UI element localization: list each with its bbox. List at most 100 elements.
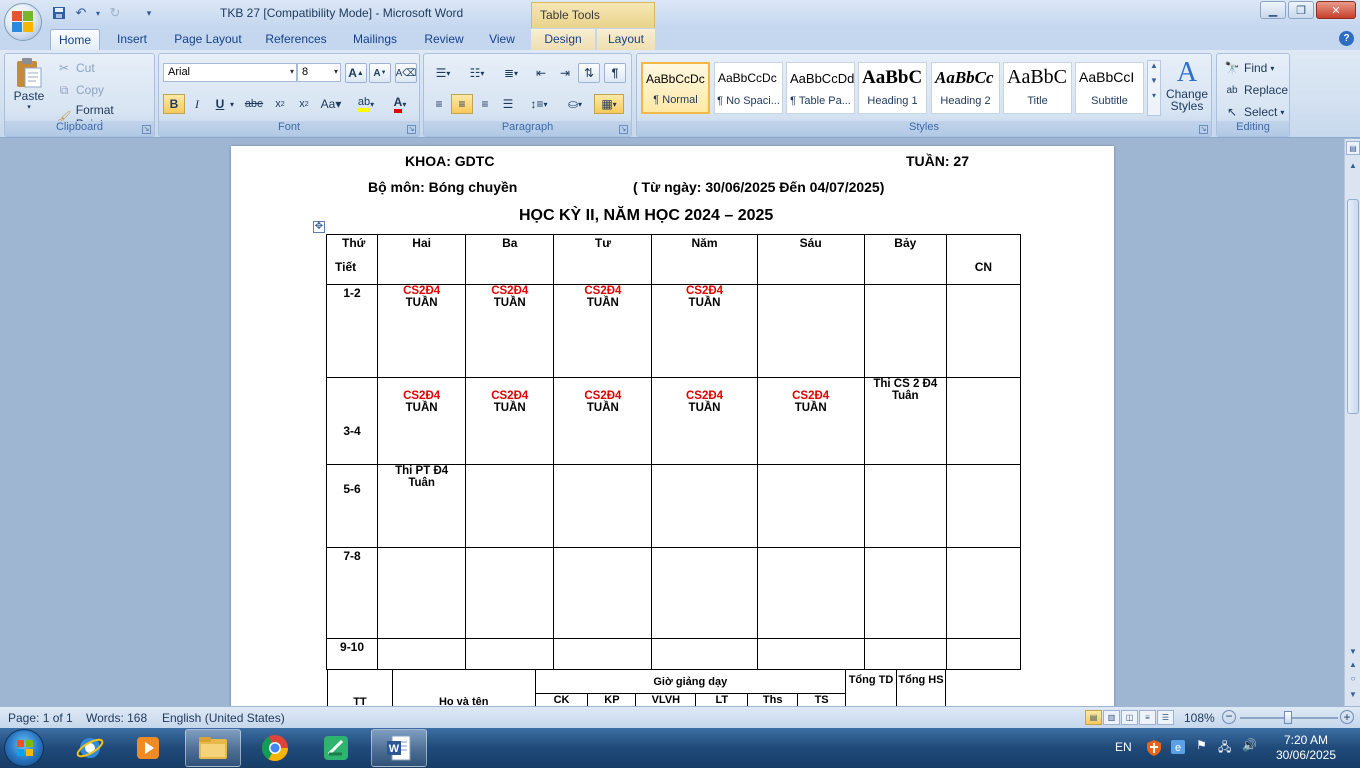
schedule-cell[interactable] — [945, 377, 1022, 465]
style-title[interactable]: AaBbC Title — [1003, 62, 1072, 114]
day-header-nam[interactable]: Năm — [651, 234, 758, 285]
web-layout-icon[interactable]: ◫ — [1121, 710, 1138, 725]
schedule-cell[interactable]: Thi CS 2 Đ4 Tuân — [863, 377, 947, 465]
close-button[interactable]: ✕ — [1316, 1, 1356, 19]
style-heading-1[interactable]: AaBbC Heading 1 — [858, 62, 927, 114]
find-button[interactable]: 🔭 Find ▾ — [1223, 59, 1275, 77]
sub-header-lt[interactable]: LT — [695, 693, 749, 706]
word-count[interactable]: Words: 168 — [86, 711, 147, 725]
schedule-cell[interactable] — [377, 638, 467, 670]
clear-formatting-icon[interactable]: A⌫ — [395, 63, 417, 83]
sort-icon[interactable]: ⇅ — [578, 63, 600, 83]
sub-header-ck[interactable]: CK — [534, 693, 589, 706]
taskbar-file-explorer[interactable] — [185, 729, 241, 767]
tab-insert[interactable]: Insert — [108, 29, 156, 50]
zoom-out-icon[interactable]: − — [1222, 710, 1236, 724]
sub-header-kp[interactable]: KP — [587, 693, 637, 706]
zoom-slider-thumb[interactable] — [1284, 711, 1292, 724]
period-cell[interactable]: 9-10 — [325, 638, 379, 670]
customize-qat-icon[interactable]: ▾ — [140, 4, 158, 22]
schedule-cell[interactable]: CS2Đ4 TUẦN — [377, 377, 467, 465]
schedule-cell[interactable] — [465, 547, 555, 639]
schedule-cell[interactable] — [756, 638, 865, 670]
schedule-cell[interactable] — [863, 464, 947, 548]
underline-dropdown-icon[interactable]: ▾ — [227, 94, 237, 114]
start-button[interactable] — [4, 729, 44, 767]
chevron-up-icon[interactable]: ▲ — [1148, 61, 1160, 70]
minimize-button[interactable]: ▁ — [1260, 1, 1286, 19]
period-cell[interactable]: 1-2 — [325, 284, 379, 378]
font-color-button[interactable]: A ▾ — [385, 94, 415, 114]
chevron-down-icon[interactable]: ▼ — [1148, 76, 1160, 85]
schedule-cell[interactable] — [756, 464, 865, 548]
restore-button[interactable]: ❐ — [1288, 1, 1314, 19]
schedule-cell[interactable] — [863, 638, 947, 670]
schedule-cell[interactable] — [651, 464, 758, 548]
document-page[interactable]: KHOA: GDTC TUẦN: 27 Bộ môn: Bóng chuyền … — [231, 146, 1114, 706]
taskbar-internet-explorer[interactable] — [62, 729, 118, 767]
next-page-icon[interactable]: ▼ — [1346, 688, 1360, 702]
full-screen-reading-icon[interactable]: ▥ — [1103, 710, 1120, 725]
more-icon[interactable]: ▾ — [1148, 91, 1160, 100]
scroll-thumb[interactable] — [1347, 199, 1359, 414]
office-button[interactable] — [4, 3, 42, 41]
italic-button[interactable]: I — [186, 94, 208, 114]
change-case-button[interactable]: Aa▾ — [317, 94, 345, 114]
table-move-handle-icon[interactable]: ✥ — [313, 221, 325, 233]
day-header-cn[interactable]: CN — [945, 234, 1022, 285]
taskbar-green-app[interactable] — [308, 729, 364, 767]
schedule-cell[interactable] — [945, 638, 1022, 670]
bullets-button[interactable]: ☰ ▾ — [428, 63, 458, 83]
schedule-cell[interactable]: CS2Đ4 TUẦN — [756, 377, 865, 465]
strikethrough-button[interactable]: abe — [243, 94, 265, 114]
schedule-cell[interactable] — [945, 284, 1022, 378]
schedule-cell[interactable] — [553, 547, 653, 639]
align-right-icon[interactable]: ≡ — [474, 94, 496, 114]
schedule-cell[interactable] — [553, 638, 653, 670]
tab-mailings[interactable]: Mailings — [344, 29, 406, 50]
schedule-cell[interactable] — [651, 638, 758, 670]
schedule-cell[interactable] — [553, 464, 653, 548]
ruler-toggle-icon[interactable]: ▤ — [1346, 141, 1360, 155]
tab-design[interactable]: Design — [531, 29, 595, 50]
tab-home[interactable]: Home — [50, 29, 100, 50]
numbering-button[interactable]: ☷ ▾ — [462, 63, 492, 83]
font-name-box[interactable]: Arial ▾ — [163, 63, 297, 82]
justify-icon[interactable]: ☰ — [497, 94, 519, 114]
zoom-in-icon[interactable]: + — [1340, 710, 1354, 724]
shrink-font-button[interactable]: A ▼ — [369, 63, 391, 83]
schedule-cell[interactable]: CS2Đ4 TUẦN — [465, 377, 555, 465]
redo-icon[interactable]: ↻ — [106, 4, 124, 22]
page-count[interactable]: Page: 1 of 1 — [8, 711, 73, 725]
schedule-cell[interactable]: CS2Đ4 TUẦN — [465, 284, 555, 378]
day-header-sau[interactable]: Sáu — [756, 234, 865, 285]
style-normal[interactable]: AaBbCcDc ¶ Normal — [641, 62, 710, 114]
line-spacing-button[interactable]: ↕≡ ▾ — [524, 94, 554, 114]
taskbar-microsoft-word[interactable]: W — [371, 729, 427, 767]
select-button[interactable]: ↖ Select ▾ — [1223, 103, 1284, 121]
header-corner-cell[interactable]: Thứ Tiết — [325, 234, 379, 285]
sub-header-ths[interactable]: Ths — [747, 693, 799, 706]
undo-icon[interactable]: ↶ — [72, 4, 90, 22]
schedule-cell[interactable] — [377, 547, 467, 639]
style-table-paragraph[interactable]: AaBbCcDd ¶ Table Pa... — [786, 62, 855, 114]
schedule-cell[interactable]: CS2Đ4 TUẦN — [651, 377, 758, 465]
ie-tray-icon[interactable]: e — [1170, 739, 1186, 758]
font-size-box[interactable]: 8 ▾ — [297, 63, 341, 82]
network-icon[interactable]: 🖧 — [1218, 738, 1231, 759]
shield-icon[interactable] — [1146, 739, 1162, 760]
schedule-cell[interactable]: CS2Đ4 TUẦN — [377, 284, 467, 378]
schedule-cell[interactable]: CS2Đ4 TUẦN — [651, 284, 758, 378]
language-indicator[interactable]: English (United States) — [162, 711, 285, 725]
input-language[interactable]: EN — [1115, 740, 1132, 754]
undo-dropdown-icon[interactable]: ▾ — [94, 4, 102, 22]
save-icon[interactable] — [50, 4, 68, 22]
tab-page-layout[interactable]: Page Layout — [168, 29, 248, 50]
taskbar-media-player[interactable] — [120, 729, 176, 767]
schedule-cell[interactable]: CS2Đ4 TUẦN — [553, 284, 653, 378]
replace-button[interactable]: ab Replace — [1223, 81, 1288, 99]
multilevel-list-button[interactable]: ≣ ▾ — [496, 63, 526, 83]
tt-header[interactable]: TT — [327, 669, 393, 706]
subscript-button[interactable]: x2 — [269, 94, 291, 114]
print-layout-view-icon[interactable]: ▤ — [1085, 710, 1102, 725]
